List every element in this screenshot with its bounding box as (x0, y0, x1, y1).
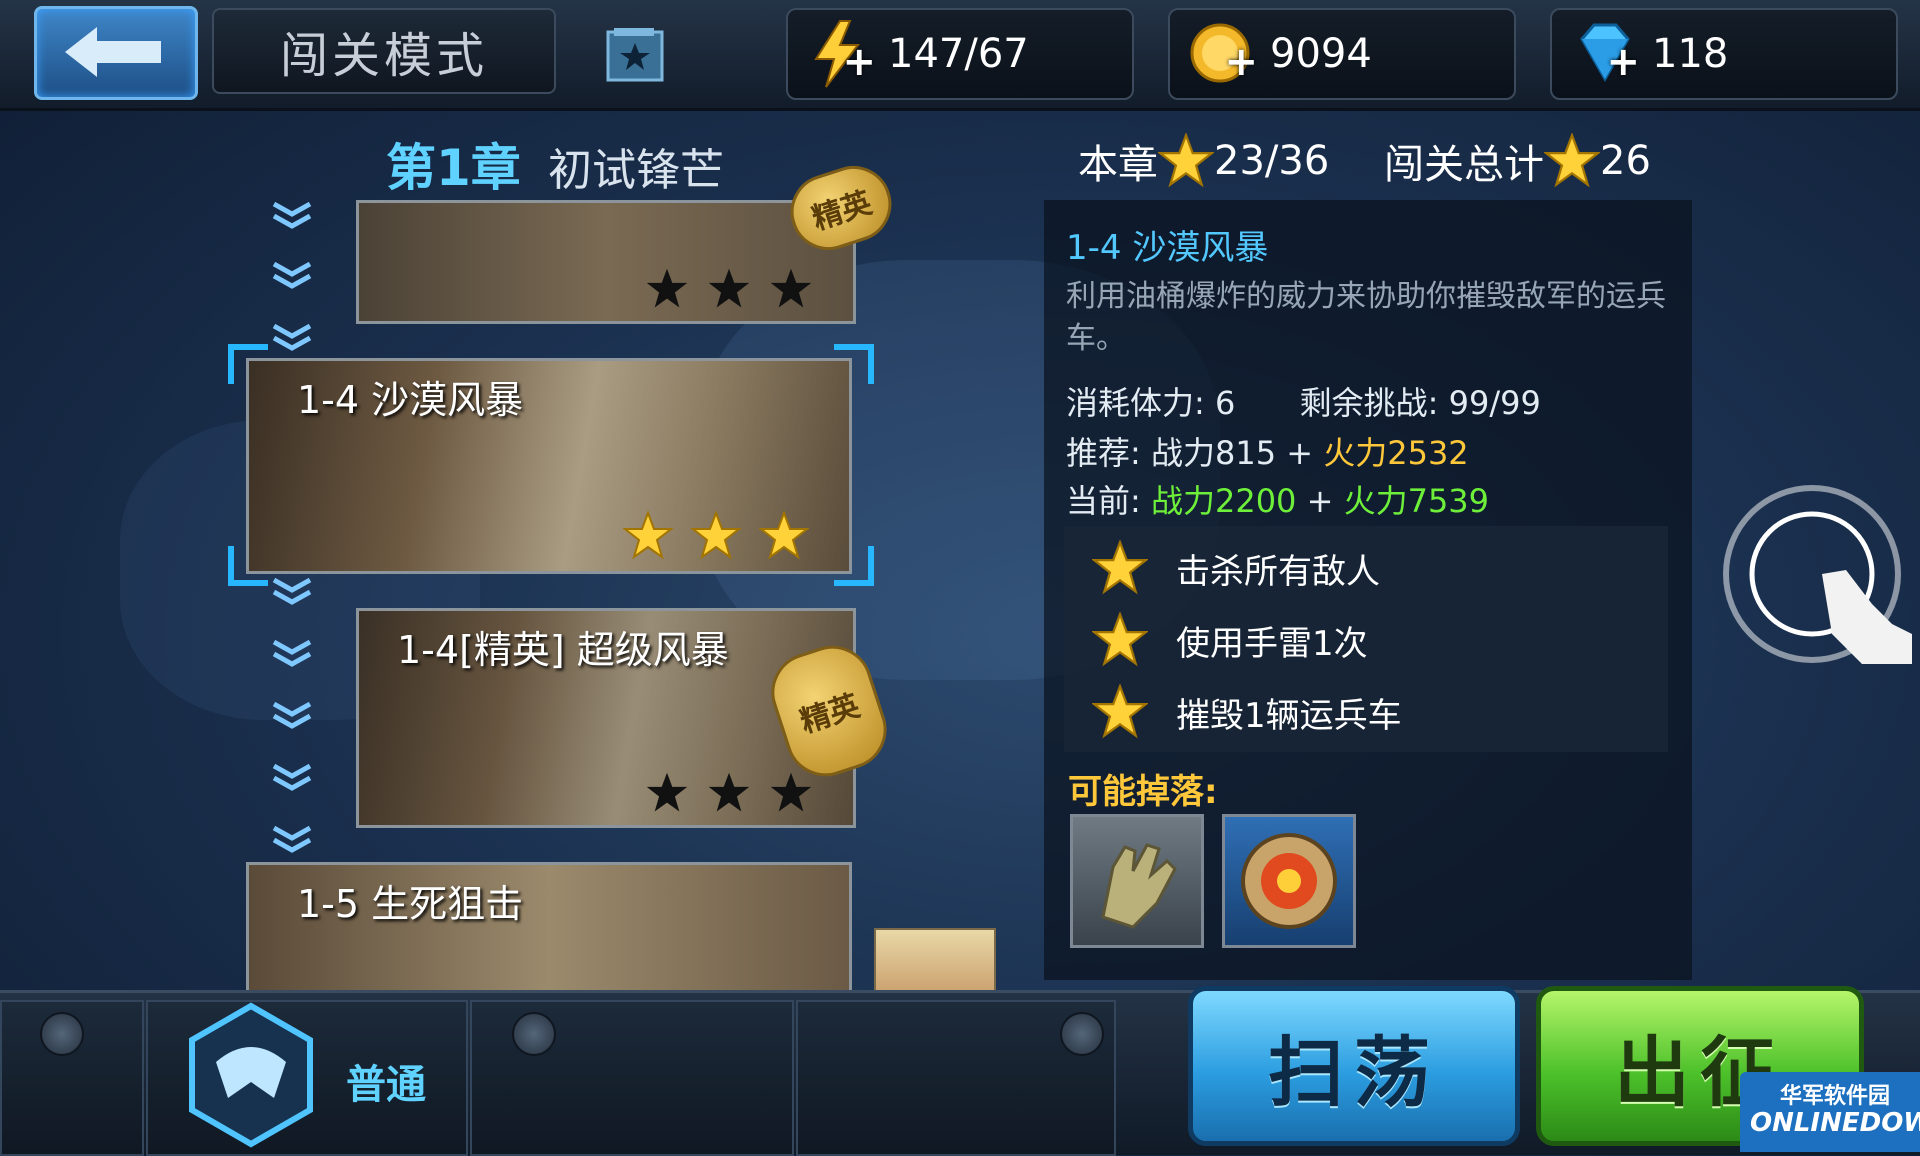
level-stars (645, 267, 813, 311)
level-stars (623, 511, 809, 561)
glove-icon (1101, 843, 1177, 929)
diamond-counter[interactable]: + 118 (1550, 8, 1898, 100)
bolt-decoration (40, 1012, 84, 1056)
chevron-down-icon (272, 701, 312, 729)
remaining-value: 99/99 (1448, 384, 1541, 422)
condition-item: 摧毁1辆运兵车 (1092, 684, 1402, 740)
bolt-decoration (512, 1012, 556, 1056)
chevron-down-icon (272, 763, 312, 791)
chapter-number: 第1章 (386, 139, 521, 197)
recommend-power: 战力815 (1150, 434, 1277, 472)
energy-value: 147/67 (888, 31, 1029, 77)
recommend-label: 推荐: (1066, 434, 1141, 472)
diamond-icon: + (1570, 19, 1640, 89)
empty-star-icon (708, 268, 750, 308)
recommend-line: 推荐: 战力815 + 火力2532 (1066, 428, 1469, 474)
chevron-down-icon (272, 577, 312, 605)
total-stars-label: 闯关总计 (1384, 142, 1544, 188)
tutorial-hand-icon (1723, 485, 1912, 664)
star-icon (623, 511, 673, 560)
energy-counter[interactable]: + 147/67 (786, 8, 1134, 100)
stamina-line: 消耗体力: 6 剩余挑战: 99/99 (1066, 378, 1541, 424)
level-title: 1-5 生死狙击 (297, 882, 524, 926)
back-arrow-icon (65, 27, 161, 77)
watermark-en: ONLINEDOWN (1750, 1108, 1920, 1138)
star-icon (691, 511, 741, 560)
watermark-cn: 华军软件园 (1780, 1084, 1891, 1109)
chevron-down-icon (272, 201, 312, 229)
condition-item: 使用手雷1次 (1092, 612, 1368, 668)
star-conditions: 击杀所有敌人 使用手雷1次 摧毁1辆运兵车 (1064, 526, 1668, 752)
star-icon (759, 511, 809, 560)
condition-item: 击杀所有敌人 (1092, 540, 1380, 596)
current-power: 战力2200 (1150, 482, 1297, 520)
chapter-stars-value: 23/36 (1214, 138, 1330, 184)
chevron-down-icon (272, 639, 312, 667)
chapter-name: 初试锋芒 (548, 145, 724, 196)
chapter-stars-label: 本章 (1078, 142, 1158, 188)
drop-item-chip[interactable] (1222, 814, 1356, 948)
favorites-icon[interactable] (604, 26, 666, 86)
chevron-down-icon (272, 261, 312, 289)
empty-star-icon (646, 772, 688, 812)
condition-text: 使用手雷1次 (1176, 623, 1368, 664)
star-icon (1092, 540, 1148, 595)
chevron-down-icon (272, 825, 312, 853)
current-fire: 火力7539 (1343, 482, 1490, 520)
level-card-elite-previous[interactable] (356, 200, 856, 324)
bolt-decoration (1060, 1012, 1104, 1056)
empty-star-icon (770, 268, 812, 308)
total-stars: 闯关总计 26 (1384, 132, 1651, 190)
remaining-label: 剩余挑战: (1299, 384, 1439, 422)
stamina-label: 消耗体力: (1066, 384, 1205, 422)
star-icon (1092, 684, 1148, 739)
empty-star-icon (770, 772, 812, 812)
gold-counter[interactable]: + 9094 (1168, 8, 1516, 100)
gold-coin-icon: + (1188, 19, 1258, 89)
drop-item-glove[interactable] (1070, 814, 1204, 948)
current-label: 当前: (1066, 482, 1141, 520)
recommend-fire: 火力2532 (1323, 434, 1469, 472)
level-stars (645, 771, 813, 815)
difficulty-emblem-icon (189, 1002, 313, 1148)
star-icon (1092, 612, 1148, 667)
chapter-stars: 本章 23/36 (1078, 132, 1329, 190)
drops-label: 可能掉落: (1068, 772, 1218, 812)
detail-title: 1-4 沙漠风暴 (1066, 228, 1269, 268)
star-icon (1544, 133, 1600, 188)
lightning-icon: + (806, 19, 876, 89)
level-card-selected[interactable]: 1-4 沙漠风暴 (246, 358, 852, 574)
total-stars-value: 26 (1600, 138, 1651, 184)
chevron-down-icon (272, 323, 312, 351)
empty-star-icon (646, 268, 688, 308)
detail-description: 利用油桶爆炸的威力来协助你摧毁敌军的运兵车。 (1066, 279, 1666, 356)
recommend-plus: + (1286, 434, 1314, 472)
watermark-logo: 华军软件园 ONLINEDOWN (1740, 1072, 1920, 1152)
back-button[interactable] (34, 6, 198, 100)
condition-text: 摧毁1辆运兵车 (1176, 695, 1402, 736)
current-plus: + (1306, 482, 1334, 520)
level-title: 1-4 沙漠风暴 (297, 378, 524, 422)
level-title: 1-4[精英] 超级风暴 (397, 628, 729, 672)
difficulty-label: 普通 (346, 1062, 426, 1108)
empty-star-icon (708, 772, 750, 812)
gold-value: 9094 (1270, 31, 1372, 77)
current-line: 当前: 战力2200 + 火力7539 (1066, 476, 1489, 522)
level-detail-panel: 1-4 沙漠风暴 利用油桶爆炸的威力来协助你摧毁敌军的运兵车。 消耗体力: 6 … (1044, 200, 1692, 980)
diamond-value: 118 (1652, 31, 1729, 77)
condition-text: 击杀所有敌人 (1176, 551, 1380, 592)
stamina-value: 6 (1214, 384, 1236, 422)
target-chip-icon (1241, 833, 1337, 929)
mode-title: 闯关模式 (212, 8, 556, 94)
sweep-button[interactable]: 扫荡 (1188, 986, 1520, 1146)
star-icon (1158, 133, 1214, 188)
level-card-next[interactable]: 1-5 生死狙击 (246, 862, 852, 996)
